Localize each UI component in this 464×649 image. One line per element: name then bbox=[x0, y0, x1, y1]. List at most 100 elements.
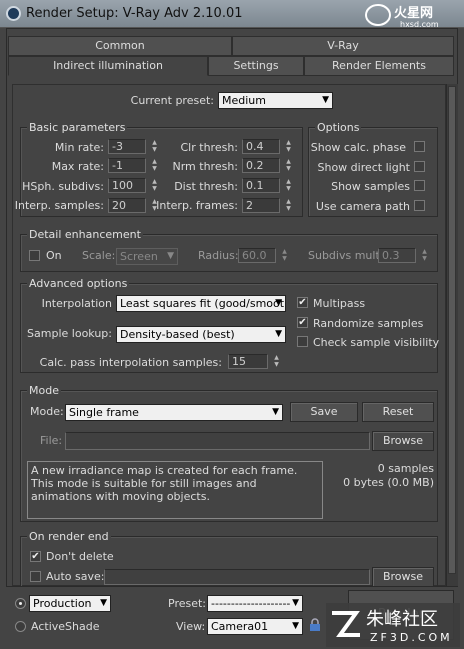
check-visibility-label: Check sample visibility bbox=[313, 336, 440, 349]
preset-label: Preset: bbox=[168, 597, 207, 610]
detail-enhancement-title: Detail enhancement bbox=[27, 228, 143, 241]
tab-indirect-illumination[interactable]: Indirect illumination bbox=[8, 56, 208, 76]
auto-save-browse-button[interactable]: Browse bbox=[372, 567, 434, 587]
clr-thresh-field[interactable]: 0.4 bbox=[242, 139, 280, 154]
hsph-subdivs-spinner[interactable]: ▲ ▼ bbox=[150, 178, 159, 193]
watermark-logo: 火星网 hxsd.com bbox=[360, 2, 460, 29]
max-rate-label: Max rate: bbox=[51, 160, 104, 173]
chevron-down-icon: ▼ bbox=[292, 621, 299, 631]
show-direct-light-checkbox[interactable] bbox=[414, 161, 425, 172]
mode-value: Single frame bbox=[69, 406, 139, 419]
nrm-thresh-spinner[interactable]: ▲ ▼ bbox=[284, 158, 293, 173]
scrollbar-thumb[interactable] bbox=[448, 86, 456, 574]
sample-lookup-label: Sample lookup: bbox=[27, 327, 112, 340]
mode-description: A new irradiance map is created for each… bbox=[27, 461, 323, 519]
nrm-thresh-field[interactable]: 0.2 bbox=[242, 158, 280, 173]
multipass-checkbox[interactable]: ✔ bbox=[297, 297, 308, 308]
interp-samples-label: Interp. samples: bbox=[14, 199, 104, 212]
radius-spinner[interactable]: ▲ ▼ bbox=[280, 248, 289, 263]
watermark-zf3d: 朱峰社区 ZF3D.COM bbox=[326, 603, 460, 647]
dont-delete-checkbox[interactable]: ✔ bbox=[30, 551, 41, 562]
dist-thresh-field[interactable]: 0.1 bbox=[242, 178, 280, 193]
watermark-zf3d-site: ZF3D.COM bbox=[370, 631, 453, 644]
tab-render-elements[interactable]: Render Elements bbox=[304, 56, 454, 76]
view-value: Camera01 bbox=[211, 620, 269, 633]
preset-value: -------------------- bbox=[211, 597, 291, 610]
hsph-subdivs-label: HSph. subdivs: bbox=[22, 180, 104, 193]
view-label: View: bbox=[176, 620, 206, 633]
show-calc-phase-checkbox[interactable] bbox=[414, 141, 425, 152]
randomize-samples-checkbox[interactable]: ✔ bbox=[297, 317, 308, 328]
randomize-samples-label: Randomize samples bbox=[313, 317, 424, 330]
browse-button[interactable]: Browse bbox=[372, 431, 434, 451]
use-camera-path-checkbox[interactable] bbox=[414, 200, 425, 211]
scale-dropdown[interactable]: Screen ▼ bbox=[116, 248, 178, 265]
max-rate-field[interactable]: -1 bbox=[108, 158, 146, 173]
mode-label: Mode: bbox=[30, 405, 64, 418]
clr-thresh-spinner[interactable]: ▲ ▼ bbox=[284, 139, 293, 154]
show-samples-checkbox[interactable] bbox=[414, 180, 425, 191]
auto-save-path-field[interactable] bbox=[104, 569, 370, 585]
save-button[interactable]: Save bbox=[290, 402, 358, 422]
calc-pass-spinner[interactable]: ▲ ▼ bbox=[272, 354, 281, 369]
samples-count: 0 samples bbox=[377, 462, 434, 475]
reset-button[interactable]: Reset bbox=[362, 402, 434, 422]
subdivs-mult-field[interactable]: 0.3 bbox=[378, 248, 416, 263]
tab-vray[interactable]: V-Ray bbox=[232, 36, 454, 56]
interp-frames-spinner[interactable]: ▲ ▼ bbox=[284, 198, 293, 213]
subdivs-mult-spinner[interactable]: ▲ ▼ bbox=[420, 248, 429, 263]
interpolation-dropdown[interactable]: Least squares fit (good/smooth ▼ bbox=[116, 295, 286, 312]
file-path-field[interactable] bbox=[65, 432, 370, 450]
sample-lookup-dropdown[interactable]: Density-based (best) ▼ bbox=[116, 326, 286, 343]
interp-frames-field[interactable]: 2 bbox=[242, 198, 280, 213]
render-end-title: On render end bbox=[27, 530, 111, 543]
interp-samples-field[interactable]: 20 bbox=[108, 198, 146, 213]
min-rate-field[interactable]: -3 bbox=[108, 139, 146, 154]
chevron-down-icon: ▼ bbox=[275, 298, 282, 308]
detail-on-label: On bbox=[46, 249, 62, 262]
basic-parameters-title: Basic parameters bbox=[27, 121, 128, 134]
tab-settings[interactable]: Settings bbox=[208, 56, 304, 76]
subdivs-mult-label: Subdivs mult. bbox=[308, 249, 384, 262]
mode-dropdown[interactable]: Single frame ▼ bbox=[65, 404, 283, 421]
calc-pass-label: Calc. pass interpolation samples: bbox=[39, 356, 222, 369]
dist-thresh-spinner[interactable]: ▲ ▼ bbox=[284, 178, 293, 193]
interp-frames-label: Interp. frames: bbox=[156, 199, 238, 212]
chevron-down-icon: ▼ bbox=[167, 251, 174, 261]
hsph-subdivs-field[interactable]: 100 bbox=[108, 178, 146, 193]
file-label: File: bbox=[40, 434, 63, 447]
production-dropdown[interactable]: Production ▼ bbox=[29, 595, 111, 612]
activeshade-radio[interactable] bbox=[15, 621, 26, 632]
watermark-site: hxsd.com bbox=[400, 20, 439, 28]
view-dropdown[interactable]: Camera01 ▼ bbox=[207, 618, 303, 635]
lock-icon[interactable] bbox=[309, 618, 321, 632]
min-rate-spinner[interactable]: ▲ ▼ bbox=[150, 139, 159, 154]
show-direct-light-label: Show direct light bbox=[317, 161, 410, 174]
detail-on-checkbox[interactable] bbox=[29, 250, 40, 261]
current-preset-value: Medium bbox=[222, 94, 266, 107]
radius-label: Radius: bbox=[198, 249, 239, 262]
scale-label: Scale: bbox=[82, 249, 116, 262]
app-icon bbox=[6, 6, 21, 21]
radius-field[interactable]: 60.0 bbox=[238, 248, 276, 263]
use-camera-path-label: Use camera path bbox=[315, 200, 410, 213]
current-preset-dropdown[interactable]: Medium ▼ bbox=[218, 92, 333, 109]
preset-dropdown[interactable]: -------------------- ▼ bbox=[207, 595, 303, 612]
current-preset-label: Current preset: bbox=[130, 94, 214, 107]
chevron-down-icon: ▼ bbox=[322, 95, 329, 105]
check-visibility-checkbox[interactable] bbox=[297, 336, 308, 347]
dont-delete-label: Don't delete bbox=[46, 550, 114, 563]
auto-save-checkbox[interactable] bbox=[30, 571, 41, 582]
clr-thresh-label: Clr thresh: bbox=[180, 141, 239, 154]
activeshade-label: ActiveShade bbox=[31, 620, 100, 633]
show-samples-label: Show samples bbox=[331, 180, 410, 193]
production-radio[interactable] bbox=[15, 598, 26, 609]
tab-common[interactable]: Common bbox=[8, 36, 232, 56]
calc-pass-field[interactable]: 15 bbox=[228, 354, 268, 369]
watermark-brand: 火星网 bbox=[394, 6, 433, 21]
multipass-label: Multipass bbox=[313, 297, 366, 310]
bytes-size: 0 bytes (0.0 MB) bbox=[343, 476, 434, 489]
max-rate-spinner[interactable]: ▲ ▼ bbox=[150, 158, 159, 173]
nrm-thresh-label: Nrm thresh: bbox=[172, 160, 238, 173]
advanced-options-title: Advanced options bbox=[27, 277, 130, 290]
